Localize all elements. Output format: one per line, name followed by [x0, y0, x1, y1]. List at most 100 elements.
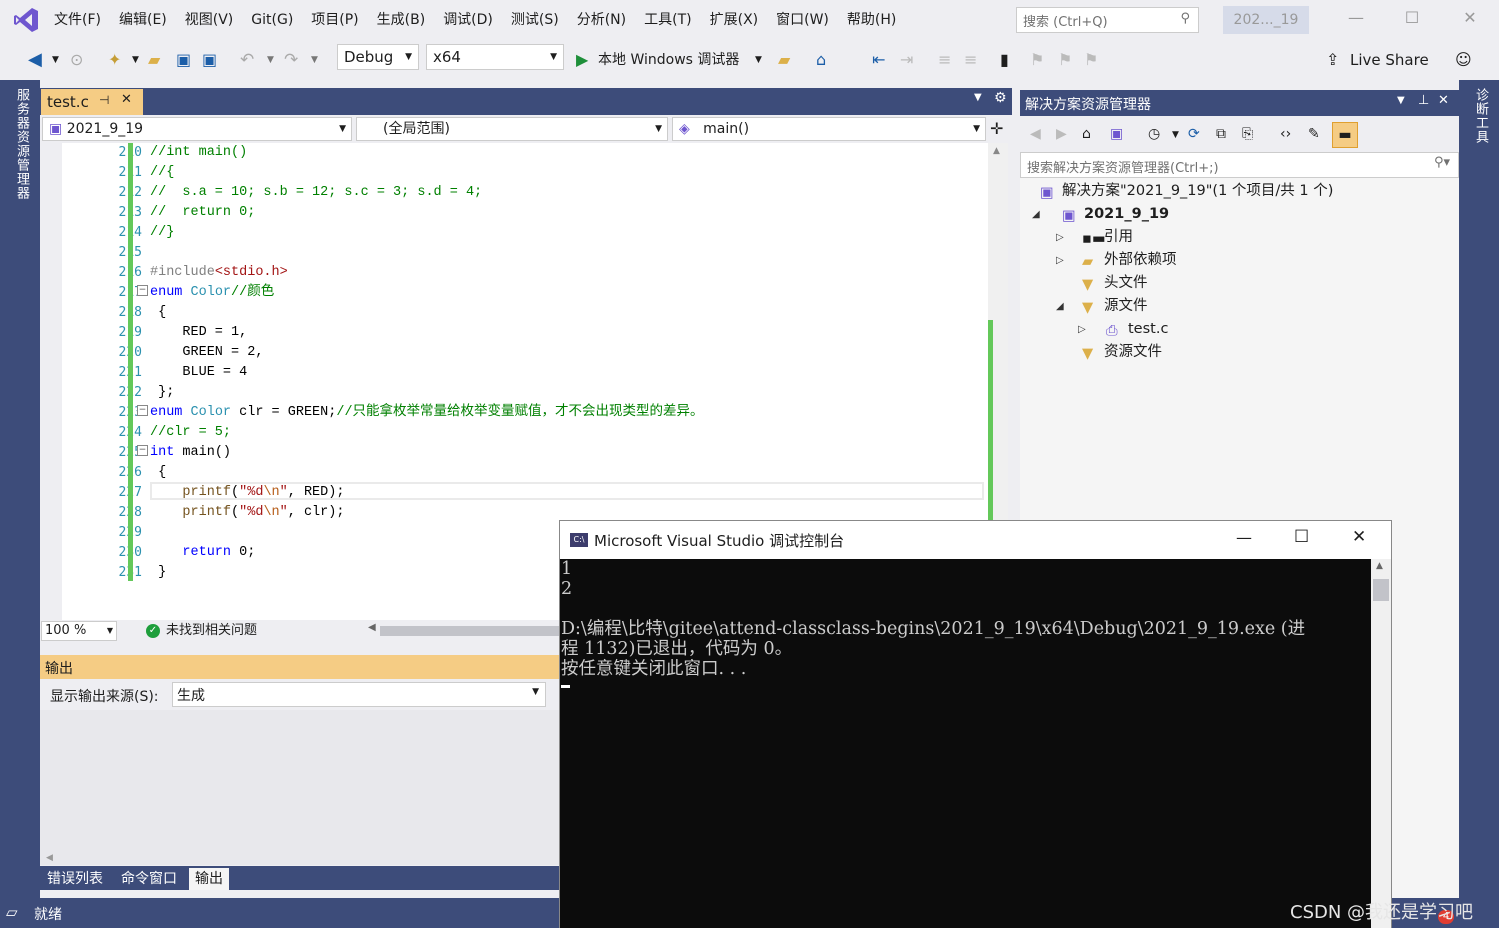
menu-item[interactable]: 工具(T): [636, 0, 699, 40]
expanded-arrow-icon[interactable]: ◢: [1056, 301, 1064, 312]
code-line[interactable]: //int main(): [150, 143, 980, 163]
undo-icon[interactable]: ↶: [240, 48, 254, 72]
start-debugger-button[interactable]: 本地 Windows 调试器: [598, 48, 739, 72]
collapsed-arrow-icon[interactable]: ▷: [1056, 255, 1064, 266]
expanded-arrow-icon[interactable]: ◢: [1032, 209, 1040, 220]
sync-icon[interactable]: ⟳: [1188, 126, 1206, 144]
solution-name-badge[interactable]: 202..._19: [1223, 6, 1309, 34]
output-source-select[interactable]: 生成 ▼: [172, 682, 546, 707]
code-icon[interactable]: ‹›: [1280, 126, 1298, 144]
tab-command-window[interactable]: 命令窗口: [115, 868, 183, 890]
save-icon[interactable]: ▣: [176, 48, 191, 72]
close-icon[interactable]: ✕: [1456, 8, 1484, 32]
open-folder-icon[interactable]: ▰: [148, 48, 160, 72]
maximize-icon[interactable]: ☐: [1398, 8, 1426, 32]
zoom-select[interactable]: 100 % ▼: [41, 621, 117, 641]
menu-item[interactable]: 编辑(E): [111, 0, 175, 40]
maximize-icon[interactable]: ☐: [1294, 527, 1309, 547]
tab-list-chevron-icon[interactable]: ▼: [974, 92, 982, 103]
code-line[interactable]: //}: [150, 223, 980, 243]
chevron-down-icon[interactable]: ▼: [132, 48, 139, 72]
platform-select[interactable]: x64 ▼: [426, 44, 564, 70]
code-line[interactable]: #include<stdio.h>: [150, 263, 980, 283]
clear-bookmark-icon[interactable]: ⚑: [1084, 48, 1098, 72]
minimize-icon[interactable]: —: [1236, 528, 1252, 547]
scroll-up-icon[interactable]: ▲: [993, 146, 1000, 156]
home-icon[interactable]: ⌂: [1082, 126, 1100, 144]
code-line[interactable]: };: [150, 383, 980, 403]
visual-studio-logo-icon[interactable]: [12, 6, 40, 34]
debug-console-window[interactable]: C:\ Microsoft Visual Studio 调试控制台 — ☐ ✕ …: [559, 520, 1392, 928]
menu-item[interactable]: 视图(V): [177, 0, 242, 40]
prev-bookmark-icon[interactable]: ⚑: [1030, 48, 1044, 72]
chevron-down-icon[interactable]: ▼: [311, 48, 318, 72]
pin-icon[interactable]: ⊥: [1418, 93, 1429, 108]
menu-item[interactable]: 文件(F): [46, 0, 109, 40]
forward-icon[interactable]: ⊙: [70, 48, 83, 72]
tab-output[interactable]: 输出: [189, 868, 229, 890]
back-icon[interactable]: ◀: [28, 48, 42, 72]
tab-test-c[interactable]: test.c ⊣ ✕: [41, 89, 143, 115]
preview-selected-icon[interactable]: ▬: [1332, 122, 1358, 148]
next-bookmark-icon[interactable]: ⚑: [1058, 48, 1072, 72]
collapsed-arrow-icon[interactable]: ▷: [1056, 232, 1064, 243]
chevron-down-icon[interactable]: ▼: [52, 48, 59, 72]
code-line[interactable]: int main(): [150, 443, 980, 463]
output-text-area[interactable]: ◀: [40, 710, 560, 865]
minimize-icon[interactable]: —: [1342, 8, 1370, 32]
menu-item[interactable]: 生成(B): [369, 0, 434, 40]
code-line[interactable]: GREEN = 2,: [150, 343, 980, 363]
close-tab-icon[interactable]: ✕: [121, 92, 132, 107]
save-all-icon[interactable]: ▣: [202, 48, 217, 72]
copy-icon[interactable]: ⎘: [1242, 126, 1260, 144]
console-scrollbar[interactable]: ▲: [1371, 559, 1391, 928]
window-icon[interactable]: ⌂: [816, 48, 826, 72]
code-line[interactable]: [150, 243, 980, 263]
console-title-bar[interactable]: C:\ Microsoft Visual Studio 调试控制台 — ☐ ✕: [560, 521, 1391, 559]
indent-icon[interactable]: ≡: [964, 48, 977, 72]
collapse-all-icon[interactable]: ⧉: [1216, 126, 1234, 144]
tree-item-project[interactable]: ▣ 2021_9_19: [1062, 203, 1169, 226]
step-disabled-icon[interactable]: ⇥: [900, 48, 913, 72]
code-line[interactable]: //clr = 5;: [150, 423, 980, 443]
tree-item-resource-files[interactable]: ▼ 资源文件: [1082, 341, 1162, 364]
diagnostic-tools-tab[interactable]: 诊断工具: [1471, 88, 1490, 144]
code-line[interactable]: enum Color clr = GREEN;//只能拿枚举常量给枚举变量赋值，…: [150, 403, 980, 423]
split-window-icon[interactable]: ✛: [990, 119, 1003, 138]
share-icon[interactable]: ⇪: [1326, 48, 1339, 72]
code-line[interactable]: {: [150, 463, 980, 483]
menu-item[interactable]: 分析(N): [569, 0, 634, 40]
scope-nav-select[interactable]: (全局范围) ▼: [356, 117, 668, 141]
tree-item-source-files[interactable]: ▼ 源文件: [1082, 295, 1148, 318]
close-icon[interactable]: ✕: [1352, 527, 1366, 547]
new-item-icon[interactable]: ✦: [108, 48, 121, 72]
tree-item-references[interactable]: ▪▬引用: [1082, 226, 1133, 249]
configuration-select[interactable]: Debug ▼: [337, 44, 419, 70]
back-icon[interactable]: ◀: [1030, 126, 1048, 144]
close-icon[interactable]: ✕: [1438, 93, 1449, 108]
search-box[interactable]: 搜索 (Ctrl+Q) ⚲: [1016, 7, 1199, 33]
tree-item-solution[interactable]: ▣ 解决方案"2021_9_19"(1 个项目/共 1 个): [1040, 180, 1333, 203]
redo-icon[interactable]: ↷: [284, 48, 298, 72]
wrench-icon[interactable]: ✎: [1308, 126, 1326, 144]
console-output[interactable]: 1 2 D:\编程\比特\gitee\attend-classclass-begin…: [560, 559, 1371, 928]
menu-item[interactable]: 窗口(W): [768, 0, 837, 40]
step-icon[interactable]: ⇤: [872, 48, 885, 72]
code-line[interactable]: enum Color//颜色: [150, 283, 980, 303]
tree-item-external-deps[interactable]: ▰ 外部依赖项: [1082, 249, 1177, 272]
tree-item-header-files[interactable]: ▼ 头文件: [1082, 272, 1148, 295]
forward-icon[interactable]: ▶: [1056, 126, 1074, 144]
code-line[interactable]: RED = 1,: [150, 323, 980, 343]
menu-item[interactable]: 帮助(H): [839, 0, 904, 40]
menu-item[interactable]: 项目(P): [303, 0, 366, 40]
gear-icon[interactable]: ⚙: [994, 90, 1007, 106]
tree-item-test-c[interactable]: ⎙ test.c: [1106, 318, 1168, 341]
collapse-icon[interactable]: −: [137, 445, 148, 456]
bookmark-icon[interactable]: ▮: [1000, 48, 1009, 72]
code-line[interactable]: BLUE = 4: [150, 363, 980, 383]
chevron-down-icon[interactable]: ▼: [1397, 95, 1405, 106]
switch-views-icon[interactable]: ▣: [1110, 126, 1128, 144]
scroll-left-icon[interactable]: ◀: [368, 622, 376, 633]
collapsed-arrow-icon[interactable]: ▷: [1078, 324, 1086, 335]
project-nav-select[interactable]: ▣ 2021_9_19 ▼: [42, 117, 352, 141]
